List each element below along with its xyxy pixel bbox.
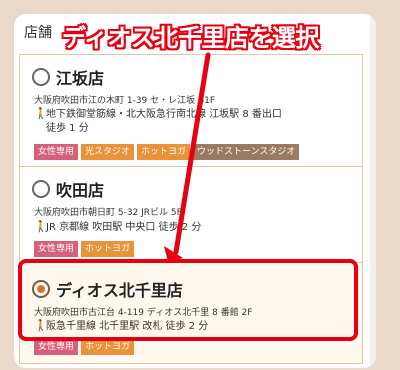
annotation-banner: ディオス北千里店を選択	[62, 24, 319, 52]
arrow-shaft	[173, 52, 211, 255]
arrow-head	[164, 246, 183, 262]
